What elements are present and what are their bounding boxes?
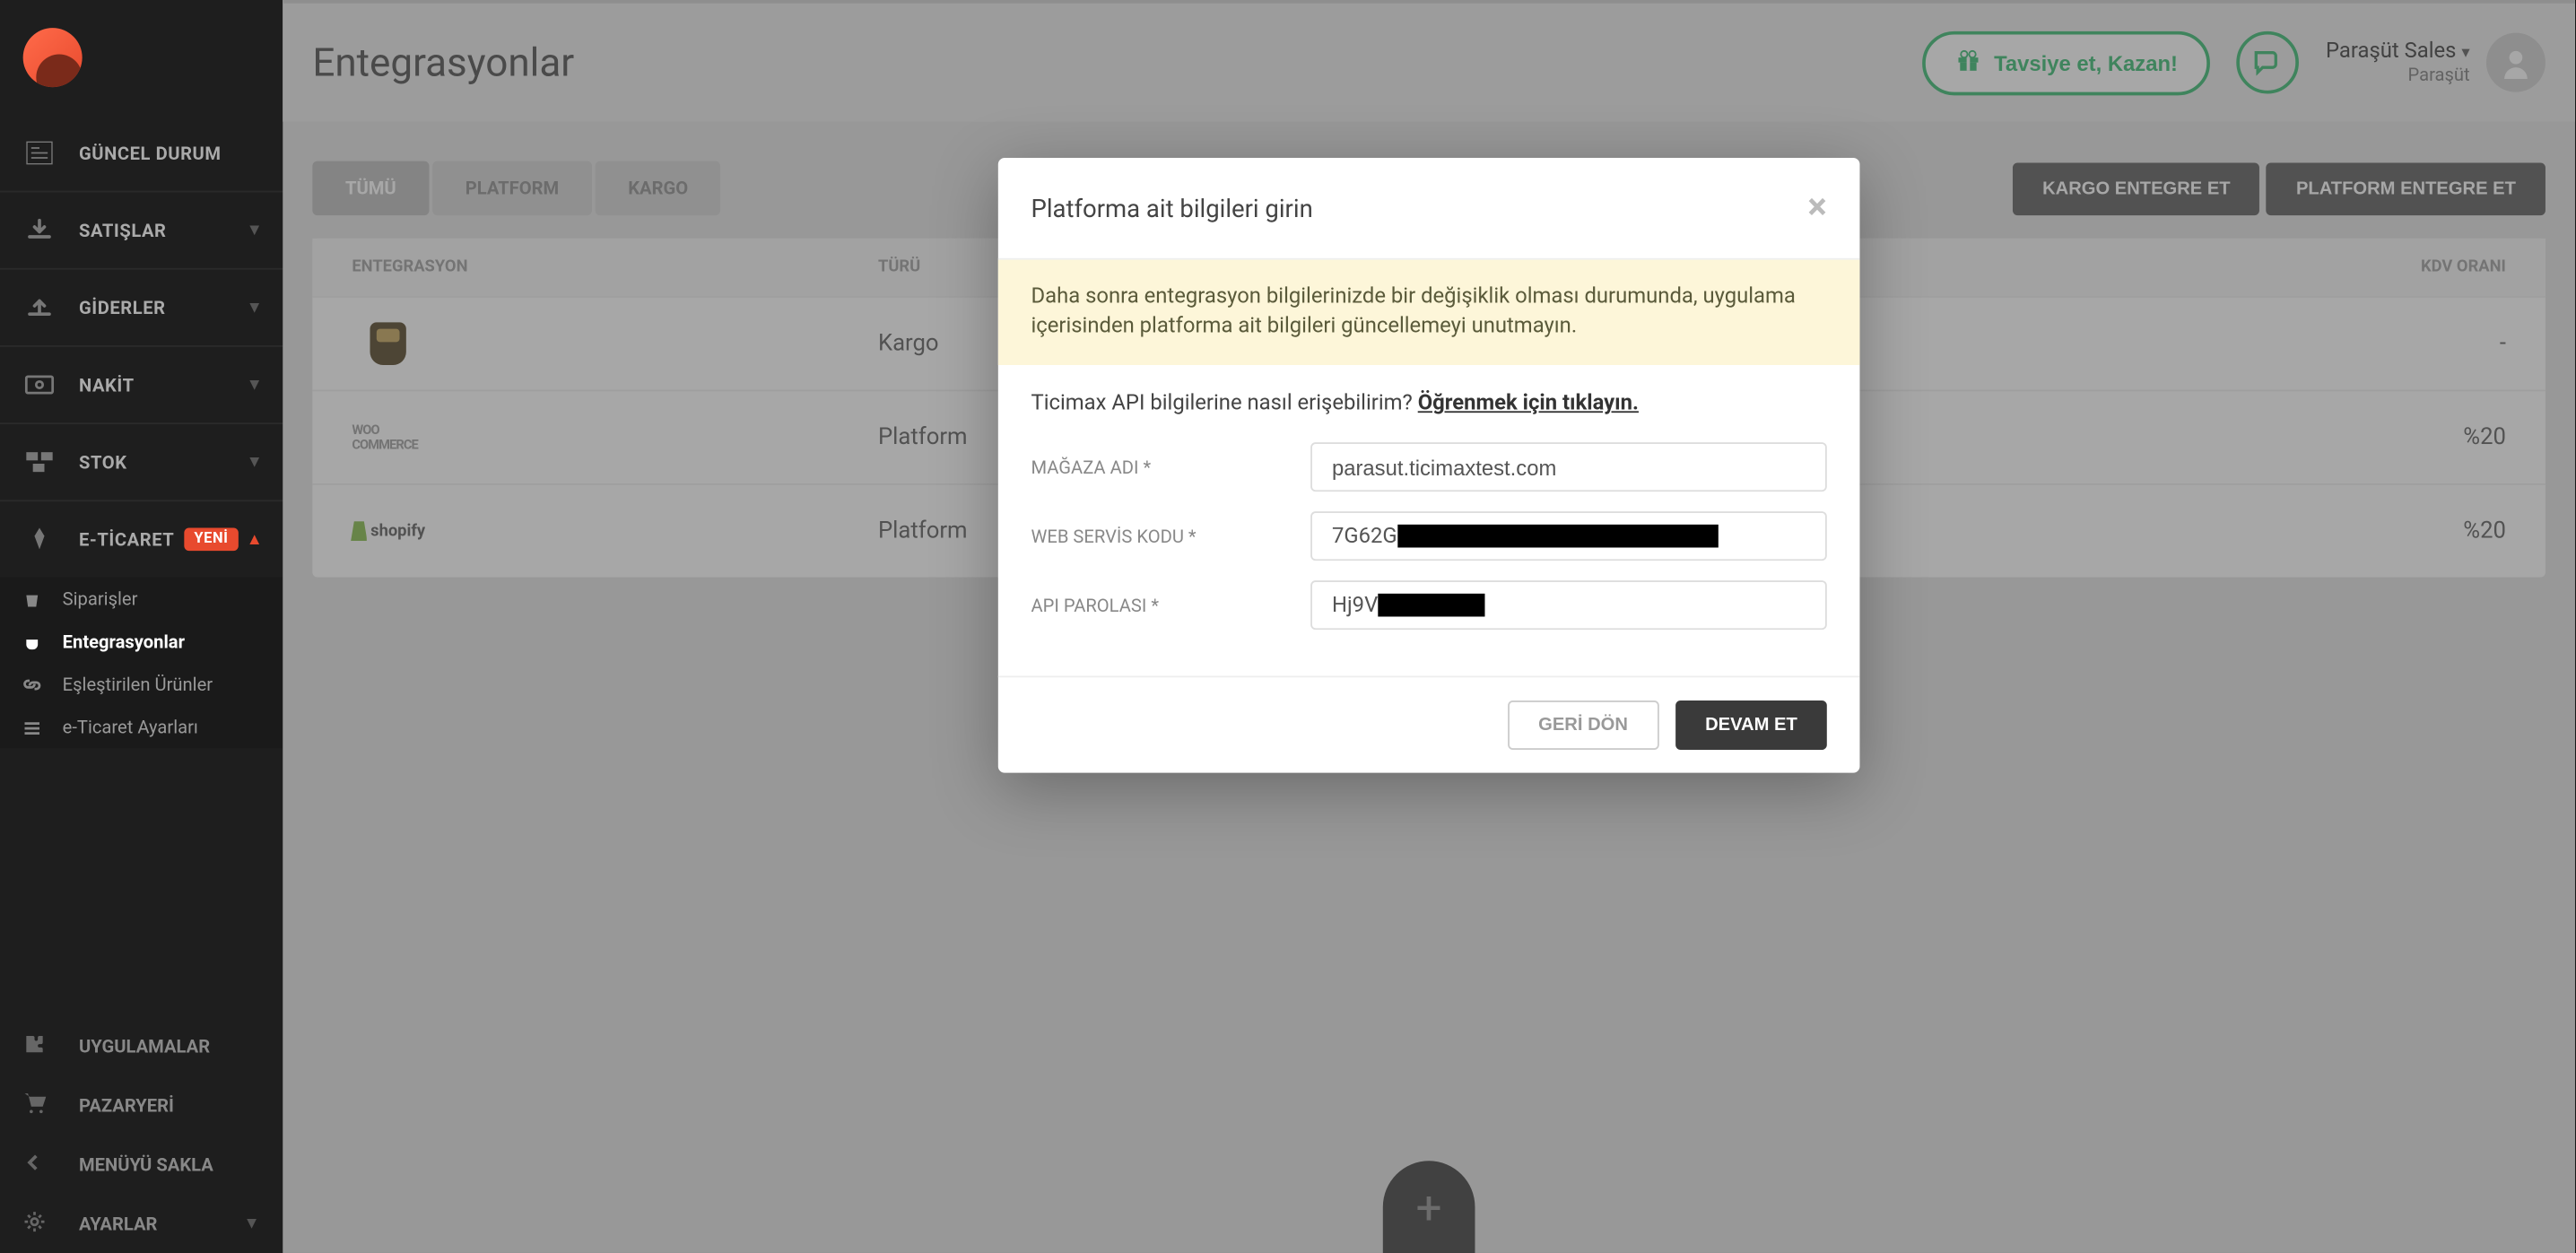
store-name-label: MAĞAZA ADI * <box>1031 457 1310 478</box>
nav-expenses[interactable]: GİDERLER ▼ <box>0 270 283 345</box>
nav-label: GÜNCEL DURUM <box>79 143 222 164</box>
logo-container <box>0 0 283 115</box>
nav-label: STOK <box>79 451 127 473</box>
sub-label: Entegrasyonlar <box>63 631 185 652</box>
sliders-icon <box>23 718 47 735</box>
nav-label: NAKİT <box>79 374 135 396</box>
cash-icon <box>23 375 57 395</box>
sub-matched-products[interactable]: Eşleştirilen Ürünler <box>0 663 283 706</box>
chevron-down-icon: ▼ <box>247 222 264 239</box>
app-logo[interactable] <box>23 28 83 87</box>
chevron-down-icon: ▼ <box>247 376 264 394</box>
gear-icon <box>23 1209 57 1237</box>
nav-ecommerce[interactable]: E-TİCARET YENİ ▲ <box>0 501 283 577</box>
nav-collapse-menu[interactable]: MENÜYÜ SAKLA <box>0 1135 283 1194</box>
sub-orders[interactable]: Siparişler <box>0 577 283 620</box>
nav-label: PAZARYERİ <box>79 1094 174 1116</box>
modal-body: Ticimax API bilgilerine nasıl erişebilir… <box>998 366 1860 676</box>
nav-dashboard[interactable]: GÜNCEL DURUM <box>0 115 283 190</box>
sub-integrations[interactable]: Entegrasyonlar <box>0 620 283 663</box>
redacted-text <box>1378 595 1484 618</box>
sub-label: Siparişler <box>63 587 138 609</box>
nav-apps[interactable]: UYGULAMALAR <box>0 1016 283 1075</box>
upload-icon <box>23 294 57 320</box>
puzzle-icon <box>23 1031 57 1059</box>
modal-alert: Daha sonra entegrasyon bilgilerinizde bi… <box>998 260 1860 366</box>
sub-ecommerce-settings[interactable]: e-Ticaret Ayarları <box>0 705 283 748</box>
cart-icon <box>23 1091 57 1118</box>
nav-label: SATIŞLAR <box>79 220 167 241</box>
bag-icon <box>23 589 47 607</box>
chevron-down-icon: ▼ <box>247 299 264 317</box>
nav-stock[interactable]: STOK ▼ <box>0 424 283 500</box>
chevron-up-icon: ▲ <box>247 530 264 548</box>
continue-button[interactable]: DEVAM ET <box>1675 701 1827 751</box>
modal-header: Platforma ait bilgileri girin × <box>998 158 1860 260</box>
api-password-input[interactable]: Hj9V <box>1310 581 1827 631</box>
nav-label: UYGULAMALAR <box>79 1035 210 1057</box>
nav-label: GİDERLER <box>79 297 166 318</box>
nav-label: MENÜYÜ SAKLA <box>79 1153 213 1175</box>
main-content: Entegrasyonlar Tavsiye et, Kazan! Paraşü… <box>283 0 2575 1253</box>
nav-sales[interactable]: SATIŞLAR ▼ <box>0 192 283 267</box>
sidebar-bottom: UYGULAMALAR PAZARYERİ MENÜYÜ SAKLA AYARL… <box>0 1016 283 1253</box>
ecommerce-submenu: Siparişler Entegrasyonlar Eşleştirilen Ü… <box>0 577 283 748</box>
modal-overlay: Platforma ait bilgileri girin × Daha son… <box>283 0 2575 1253</box>
plug-icon <box>23 632 47 650</box>
redacted-text <box>1397 526 1718 549</box>
platform-info-modal: Platforma ait bilgileri girin × Daha son… <box>998 158 1860 773</box>
sub-label: Eşleştirilen Ürünler <box>63 674 213 695</box>
service-code-input[interactable]: 7G62G <box>1310 512 1827 561</box>
download-icon <box>23 217 57 243</box>
help-link[interactable]: Öğrenmek için tıklayın. <box>1418 392 1639 416</box>
nav-marketplace[interactable]: PAZARYERİ <box>0 1075 283 1135</box>
rocket-icon <box>23 526 57 553</box>
nav-settings[interactable]: AYARLAR ▼ <box>0 1194 283 1253</box>
help-text: Ticimax API bilgilerine nasıl erişebilir… <box>1031 392 1826 416</box>
chevron-down-icon: ▼ <box>247 453 264 471</box>
store-name-input[interactable] <box>1310 443 1827 492</box>
nav-label: AYARLAR <box>79 1213 157 1234</box>
nav-cash[interactable]: NAKİT ▼ <box>0 347 283 422</box>
new-badge: YENİ <box>184 527 238 551</box>
modal-footer: GERİ DÖN DEVAM ET <box>998 676 1860 773</box>
modal-title: Platforma ait bilgileri girin <box>1031 193 1312 222</box>
back-button[interactable]: GERİ DÖN <box>1507 701 1658 751</box>
newspaper-icon <box>23 142 57 165</box>
close-icon[interactable]: × <box>1807 187 1826 229</box>
sidebar: GÜNCEL DURUM SATIŞLAR ▼ GİDERLER ▼ <box>0 0 283 1253</box>
link-icon <box>23 675 47 693</box>
boxes-icon <box>23 450 57 474</box>
collapse-icon <box>23 1150 57 1178</box>
nav-label: E-TİCARET <box>79 528 174 550</box>
sub-label: e-Ticaret Ayarları <box>63 716 198 737</box>
service-code-label: WEB SERVİS KODU * <box>1031 526 1310 547</box>
api-password-label: API PAROLASI * <box>1031 595 1310 616</box>
chevron-down-icon: ▼ <box>244 1214 260 1232</box>
